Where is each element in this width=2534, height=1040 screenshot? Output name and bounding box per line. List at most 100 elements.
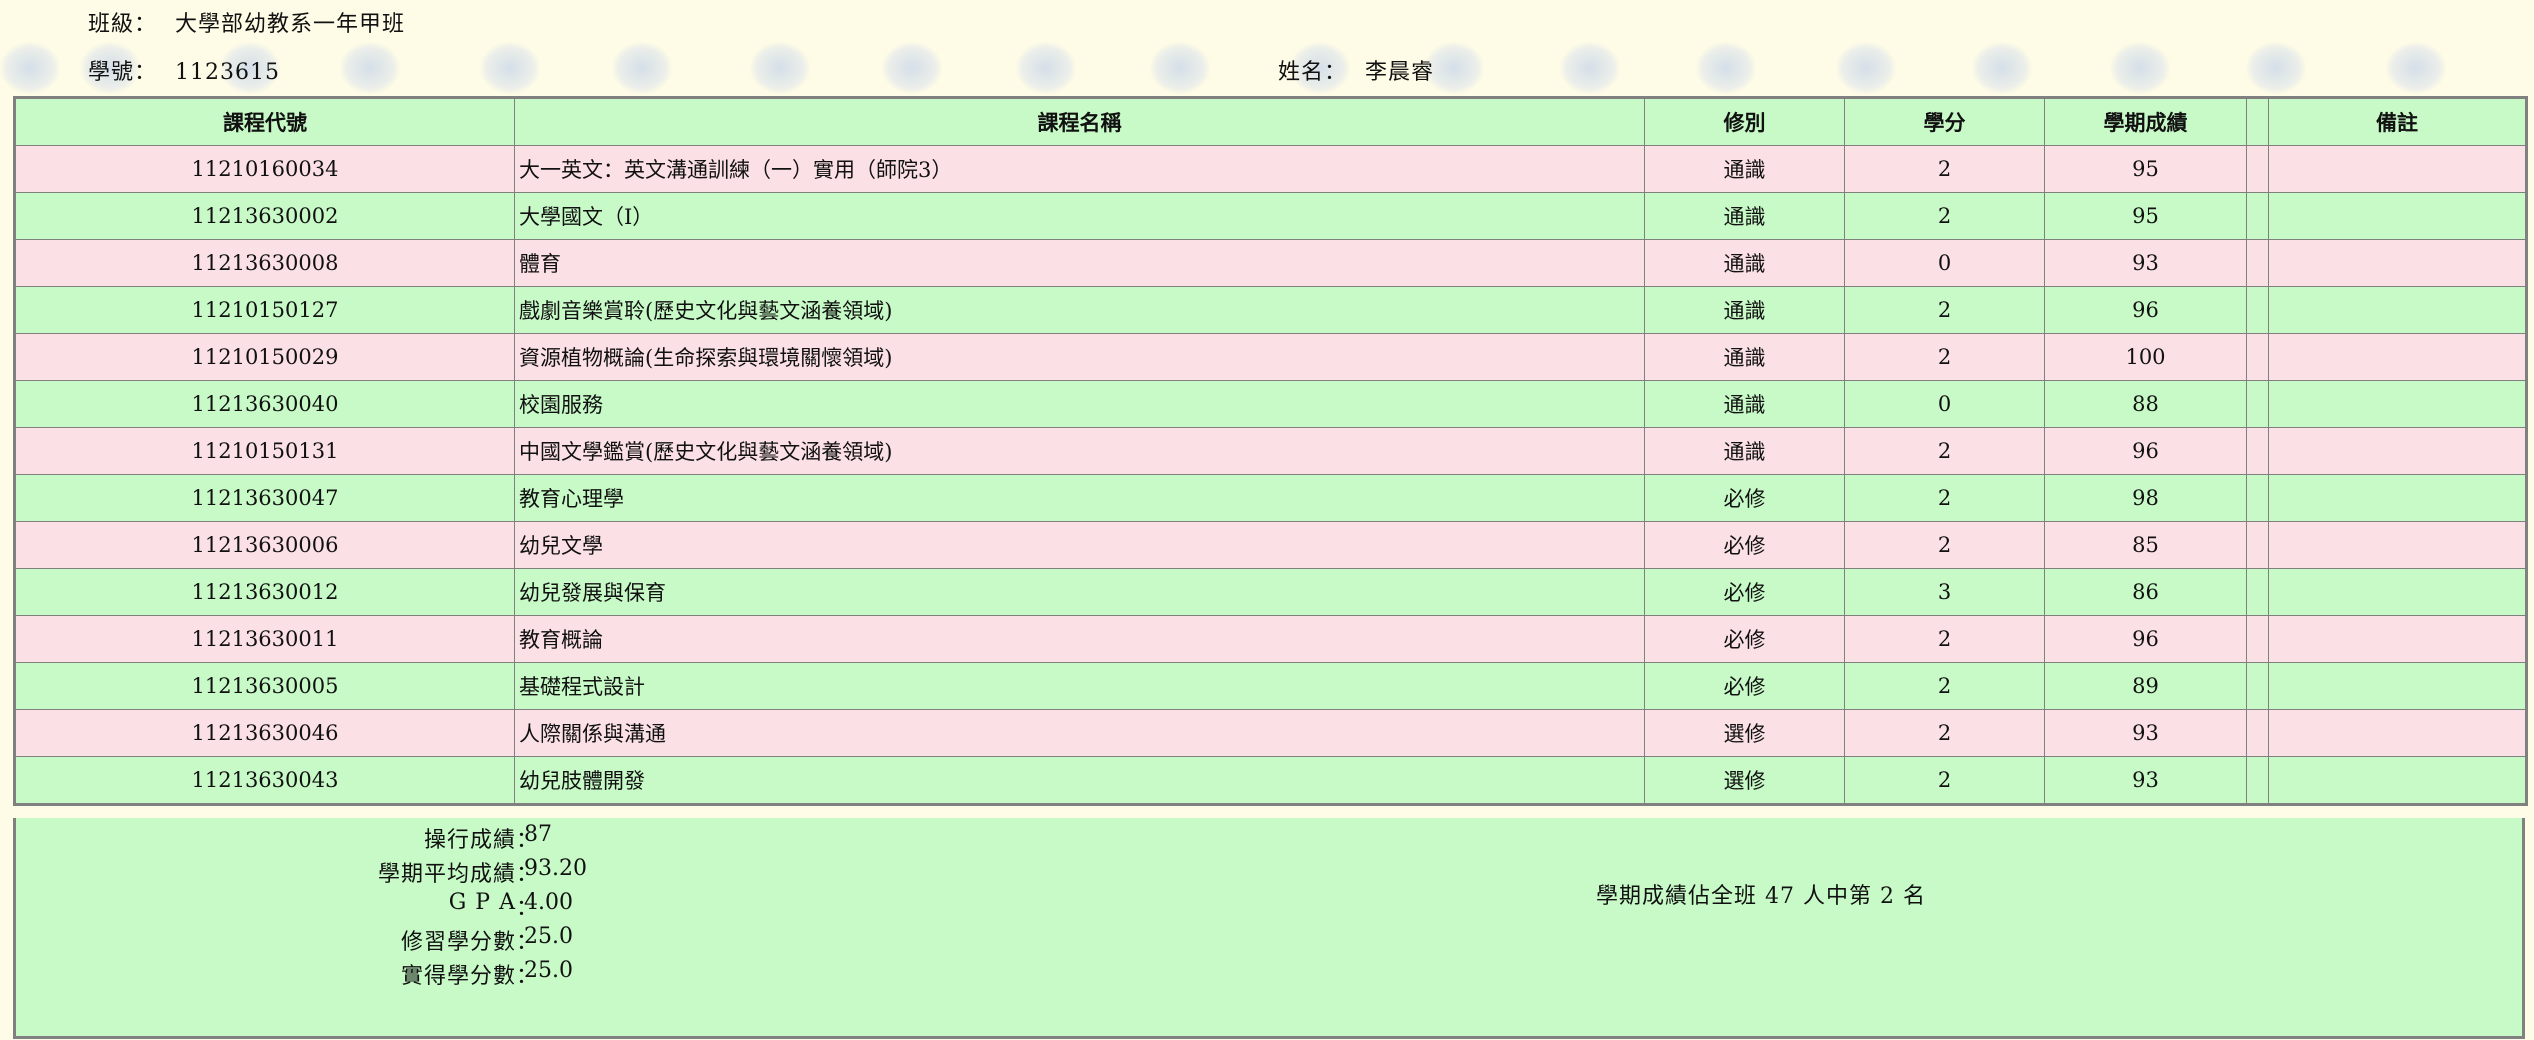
table-row: 11213630012 幼兒發展與保育 必修 3 86 xyxy=(14,568,2527,616)
credits-cell: 2 xyxy=(1844,286,2045,334)
credits-cell: 2 xyxy=(1844,192,2045,240)
course-code-cell: 11210160034 xyxy=(14,145,515,193)
summary-item: 實得學分數： 25.0 xyxy=(16,958,616,992)
remarks-cell xyxy=(2268,427,2527,475)
school-emblem-watermark-icon xyxy=(1696,42,1756,94)
remarks-cell xyxy=(2268,662,2527,710)
score-cell: 96 xyxy=(2044,286,2247,334)
remarks-cell xyxy=(2268,192,2527,240)
course-type-cell: 必修 xyxy=(1644,568,1845,616)
credits-cell: 2 xyxy=(1844,145,2045,193)
score-cell: 93 xyxy=(2044,756,2247,805)
credits-cell: 2 xyxy=(1844,662,2045,710)
student-id-info: 學號： 1123615 xyxy=(88,54,280,86)
table-header-row: 課程代號 課程名稱 修別 學分 學期成績 備註 xyxy=(14,97,2527,146)
score-cell: 96 xyxy=(2044,615,2247,663)
course-name-cell: 教育概論 xyxy=(514,615,1645,663)
column-header-semester-score: 學期成績 xyxy=(2044,97,2247,146)
table-row: 11213630002 大學國文（Ⅰ） 通識 2 95 xyxy=(14,192,2527,240)
remarks-cell xyxy=(2268,709,2527,757)
blank-cell xyxy=(2246,380,2269,428)
summary-panel: 操行成績： 87 學期平均成績： 93.20 G P A： 4.00 修習學分數： 25.0 實… xyxy=(13,818,2525,1039)
blank-cell xyxy=(2246,286,2269,334)
blank-cell xyxy=(2246,709,2269,757)
table-row: 11213630046 人際關係與溝通 選修 2 93 xyxy=(14,709,2527,757)
remarks-cell xyxy=(2268,521,2527,569)
blank-cell xyxy=(2246,145,2269,193)
student-name-label: 姓名： xyxy=(1278,60,1348,85)
course-name-cell: 戲劇音樂賞聆(歷史文化與藝文涵養領域) xyxy=(514,286,1645,334)
summary-label: G P A xyxy=(448,890,516,915)
credits-cell: 2 xyxy=(1844,756,2045,805)
table-row: 11213630008 體育 通識 0 93 xyxy=(14,239,2527,287)
blank-cell xyxy=(2246,427,2269,475)
course-code-cell: 11213630008 xyxy=(14,239,515,287)
course-code-cell: 11213630012 xyxy=(14,568,515,616)
course-code-cell: 11213630046 xyxy=(14,709,515,757)
summary-value: 87 xyxy=(524,822,552,847)
score-cell: 86 xyxy=(2044,568,2247,616)
course-type-cell: 通識 xyxy=(1644,239,1845,287)
credits-cell: 2 xyxy=(1844,709,2045,757)
course-type-cell: 必修 xyxy=(1644,615,1845,663)
table-row: 11213630047 教育心理學 必修 2 98 xyxy=(14,474,2527,522)
score-cell: 88 xyxy=(2044,380,2247,428)
table-row: 11213630006 幼兒文學 必修 2 85 xyxy=(14,521,2527,569)
course-code-cell: 11210150131 xyxy=(14,427,515,475)
summary-value: 4.00 xyxy=(524,890,573,915)
course-code-cell: 11213630047 xyxy=(14,474,515,522)
column-header-blank xyxy=(2246,97,2269,146)
grade-table: 課程代號 課程名稱 修別 學分 學期成績 備註 11210160034 大一英文：… xyxy=(13,96,2528,806)
student-id-label: 學號： xyxy=(88,60,158,85)
school-emblem-watermark-icon xyxy=(1972,42,2032,94)
course-name-cell: 大學國文（Ⅰ） xyxy=(514,192,1645,240)
summary-item: 修習學分數： 25.0 xyxy=(16,924,616,958)
credits-cell: 3 xyxy=(1844,568,2045,616)
column-header-credits: 學分 xyxy=(1844,97,2045,146)
credits-cell: 2 xyxy=(1844,474,2045,522)
school-emblem-watermark-icon xyxy=(2246,42,2306,94)
score-cell: 93 xyxy=(2044,239,2247,287)
table-row: 11210150029 資源植物概論(生命探索與環境關懷領域) 通識 2 100 xyxy=(14,333,2527,381)
course-type-cell: 選修 xyxy=(1644,756,1845,805)
score-cell: 95 xyxy=(2044,145,2247,193)
score-cell: 98 xyxy=(2044,474,2247,522)
column-header-course-type: 修別 xyxy=(1644,97,1845,146)
credits-cell: 2 xyxy=(1844,521,2045,569)
course-type-cell: 通識 xyxy=(1644,427,1845,475)
remarks-cell xyxy=(2268,239,2527,287)
course-code-cell: 11213630005 xyxy=(14,662,515,710)
score-cell: 85 xyxy=(2044,521,2247,569)
remarks-cell xyxy=(2268,380,2527,428)
student-name-info: 姓名： 李晨睿 xyxy=(1278,54,1434,86)
school-emblem-watermark-icon xyxy=(340,42,400,94)
table-row: 11210150131 中國文學鑑賞(歷史文化與藝文涵養領域) 通識 2 96 xyxy=(14,427,2527,475)
course-type-cell: 通識 xyxy=(1644,380,1845,428)
course-code-cell: 11210150029 xyxy=(14,333,515,381)
remarks-cell xyxy=(2268,145,2527,193)
remarks-cell xyxy=(2268,474,2527,522)
blank-cell xyxy=(2246,568,2269,616)
course-type-cell: 必修 xyxy=(1644,662,1845,710)
school-emblem-watermark-icon xyxy=(2386,42,2446,94)
course-type-cell: 必修 xyxy=(1644,521,1845,569)
course-name-cell: 幼兒文學 xyxy=(514,521,1645,569)
class-value: 大學部幼教系一年甲班 xyxy=(175,12,406,37)
score-cell: 100 xyxy=(2044,333,2247,381)
credits-cell: 0 xyxy=(1844,380,2045,428)
remarks-cell xyxy=(2268,333,2527,381)
course-type-cell: 通識 xyxy=(1644,192,1845,240)
school-emblem-watermark-icon xyxy=(480,42,540,94)
course-type-cell: 通識 xyxy=(1644,286,1845,334)
blank-cell xyxy=(2246,521,2269,569)
course-type-cell: 通識 xyxy=(1644,145,1845,193)
score-cell: 96 xyxy=(2044,427,2247,475)
course-code-cell: 11213630002 xyxy=(14,192,515,240)
credits-cell: 2 xyxy=(1844,333,2045,381)
table-row: 11213630043 幼兒肢體開發 選修 2 93 xyxy=(14,756,2527,805)
table-row: 11210160034 大一英文：英文溝通訓練（一）實用（師院3） 通識 2 95 xyxy=(14,145,2527,193)
table-row: 11210150127 戲劇音樂賞聆(歷史文化與藝文涵養領域) 通識 2 96 xyxy=(14,286,2527,334)
column-header-course-name: 課程名稱 xyxy=(514,97,1645,146)
score-cell: 89 xyxy=(2044,662,2247,710)
summary-item: G P A： 4.00 xyxy=(16,890,616,924)
